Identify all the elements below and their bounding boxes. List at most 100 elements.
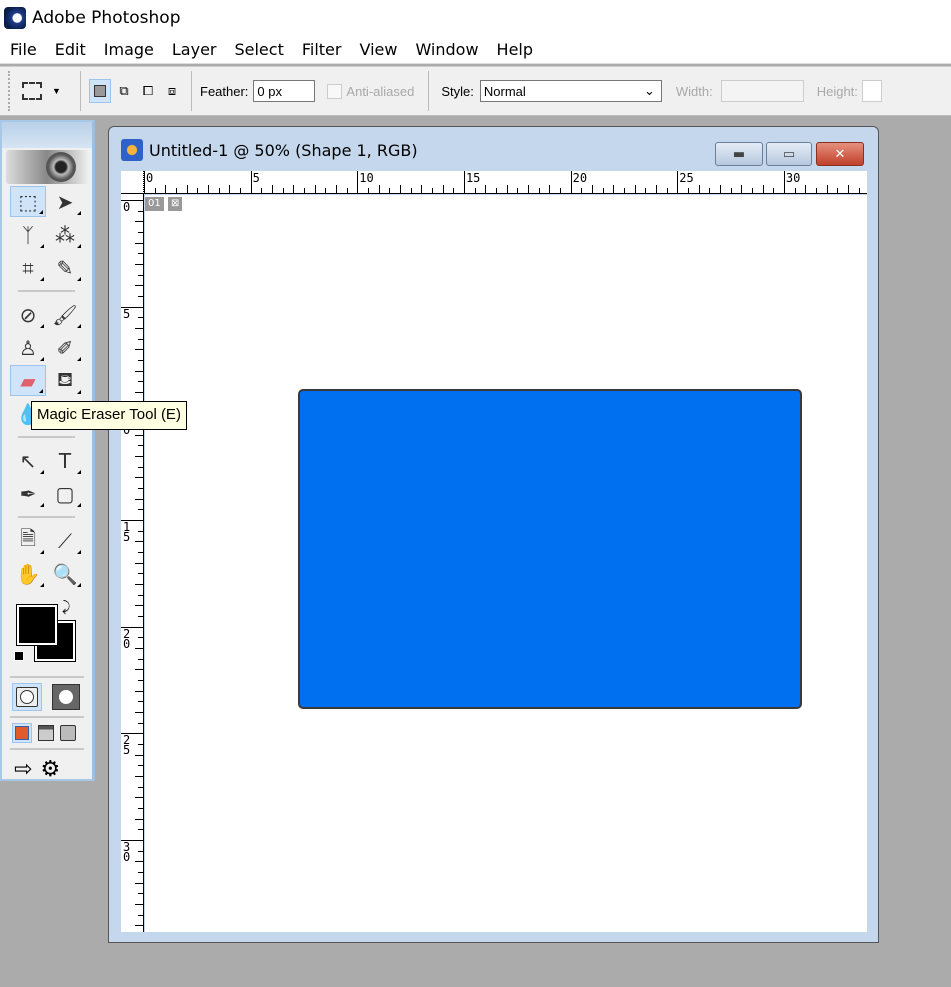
ruler-tick xyxy=(741,185,743,193)
ruler-tick xyxy=(135,775,143,777)
magic-eraser-tool[interactable]: ▰ xyxy=(10,365,46,396)
ruler-tick xyxy=(135,498,143,500)
ruler-tick xyxy=(135,669,143,671)
slice-icon: ✎ xyxy=(56,255,74,280)
menu-edit[interactable]: Edit xyxy=(45,40,94,59)
app-title: Adobe Photoshop xyxy=(32,8,181,28)
intersect-selection-button[interactable]: ⧈ xyxy=(161,79,183,103)
default-colors-icon[interactable] xyxy=(14,651,24,661)
menu-window[interactable]: Window xyxy=(405,40,486,59)
brush-icon: 🖌 xyxy=(52,302,78,327)
minimize-button[interactable]: ▬ xyxy=(715,142,763,166)
ruler-tick xyxy=(135,242,143,244)
pen-icon: ✒ xyxy=(19,481,37,506)
ruler-tick xyxy=(135,541,143,543)
history-brush-tool[interactable]: ✐ xyxy=(47,332,83,363)
rounded-rectangle-icon: ▢ xyxy=(55,481,75,506)
style-select[interactable]: Normal ⌄ xyxy=(479,80,662,102)
ruler-tick xyxy=(581,188,583,193)
toolbox-header[interactable] xyxy=(2,122,92,148)
path-selection-icon: ↖ xyxy=(19,448,37,473)
ruler-label: 30 xyxy=(123,839,131,864)
paint-bucket-tool[interactable]: ⛾ xyxy=(47,365,83,396)
ruler-tick xyxy=(138,338,143,340)
crop-tool[interactable]: ⌗ xyxy=(10,252,46,283)
ruler-tick xyxy=(826,185,828,193)
zoom-tool[interactable]: 🔍 xyxy=(47,558,83,589)
standard-mode-button[interactable] xyxy=(12,683,42,711)
lasso-tool[interactable]: ᛉ xyxy=(10,219,46,250)
document-titlebar[interactable]: Untitled-1 @ 50% (Shape 1, RGB) xyxy=(121,139,418,161)
ruler-tick xyxy=(138,679,143,681)
adobe-eye-logo[interactable] xyxy=(6,150,88,184)
toolbox: ⬚➤ᛉ⁂⌗✎⊘🖌♙✐▰⛾💧●↖T✒▢🗎⟋✋🔍 ⤸ ⇨ ⚙ xyxy=(0,120,95,782)
standard-screen-mode-button[interactable] xyxy=(12,723,32,743)
ruler-tick xyxy=(138,701,143,703)
ruler-tick xyxy=(506,185,508,193)
ruler-tick xyxy=(135,477,143,479)
menu-help[interactable]: Help xyxy=(487,40,541,59)
options-grip[interactable] xyxy=(8,71,12,111)
rectangular-marquee-tool[interactable]: ⬚ xyxy=(10,186,46,217)
menu-filter[interactable]: Filter xyxy=(292,40,350,59)
quick-mask-button[interactable] xyxy=(52,684,80,710)
move-tool[interactable]: ➤ xyxy=(47,186,83,217)
ruler-tick xyxy=(138,829,143,831)
maximize-button[interactable]: ▭ xyxy=(766,142,812,166)
width-input[interactable] xyxy=(720,80,804,102)
marquee-preset-button[interactable]: ▼ xyxy=(22,82,72,100)
ruler-tick xyxy=(138,381,143,383)
ruler-origin[interactable] xyxy=(121,171,144,194)
imageready-icon[interactable]: ⚙ xyxy=(40,757,60,782)
ruler-tick xyxy=(138,317,143,319)
height-input[interactable] xyxy=(861,80,882,102)
shape-1-rectangle[interactable] xyxy=(298,389,802,709)
add-selection-button[interactable]: ⧉ xyxy=(113,79,135,103)
feather-input[interactable]: 0 px xyxy=(253,80,316,102)
close-button[interactable]: ✕ xyxy=(816,142,864,166)
foreground-color-swatch[interactable] xyxy=(16,604,58,646)
menu-image[interactable]: Image xyxy=(94,40,162,59)
menu-file[interactable]: File xyxy=(0,40,45,59)
full-screen-menu-mode-button[interactable] xyxy=(38,725,54,741)
slice-tool[interactable]: ✎ xyxy=(47,252,83,283)
vertical-ruler[interactable]: 051015202530 xyxy=(121,194,144,932)
rounded-rectangle-tool[interactable]: ▢ xyxy=(47,478,83,509)
ruler-label: 20 xyxy=(572,171,588,185)
notes-tool[interactable]: 🗎 xyxy=(10,525,46,556)
canvas[interactable]: 01 ⊠ xyxy=(145,195,867,932)
ruler-tick xyxy=(135,818,143,820)
type-tool[interactable]: T xyxy=(47,445,83,476)
clone-stamp-icon: ♙ xyxy=(19,335,37,360)
toolbox-divider xyxy=(18,290,75,292)
healing-brush-tool[interactable]: ⊘ xyxy=(10,299,46,330)
width-label: Width: xyxy=(675,83,713,99)
menu-select[interactable]: Select xyxy=(224,40,291,59)
hand-tool[interactable]: ✋ xyxy=(10,558,46,589)
ruler-tick xyxy=(271,185,273,193)
ruler-tick xyxy=(314,185,316,193)
menu-layer[interactable]: Layer xyxy=(162,40,225,59)
ruler-tick xyxy=(138,722,143,724)
magic-wand-tool[interactable]: ⁂ xyxy=(47,219,83,250)
jump-to-imageready-icon[interactable]: ⇨ xyxy=(14,757,32,782)
chevron-down-icon: ⌄ xyxy=(643,83,655,98)
notes-icon: 🗎 xyxy=(19,525,37,550)
full-screen-mode-button[interactable] xyxy=(60,725,76,741)
new-selection-button[interactable] xyxy=(89,79,111,103)
menu-view[interactable]: View xyxy=(349,40,405,59)
brush-tool[interactable]: 🖌 xyxy=(47,299,83,330)
ruler-tick xyxy=(138,231,143,233)
ruler-tick xyxy=(485,185,487,193)
clone-stamp-tool[interactable]: ♙ xyxy=(10,332,46,363)
swap-colors-icon[interactable]: ⤸ xyxy=(62,599,70,615)
eyedropper-tool[interactable]: ⟋ xyxy=(47,525,83,556)
ruler-tick xyxy=(135,221,143,223)
path-selection-tool[interactable]: ↖ xyxy=(10,445,46,476)
subtract-selection-button[interactable]: ⧠ xyxy=(137,79,159,103)
document-window: Untitled-1 @ 50% (Shape 1, RGB) ▬ ▭ ✕ 0 5… xyxy=(108,126,879,943)
rectangular-marquee-icon: ⬚ xyxy=(18,189,38,214)
antialiased-checkbox[interactable] xyxy=(327,83,343,99)
pen-tool[interactable]: ✒ xyxy=(10,478,46,509)
horizontal-ruler[interactable]: 0 5 10 15 20 25 30 xyxy=(121,171,867,194)
